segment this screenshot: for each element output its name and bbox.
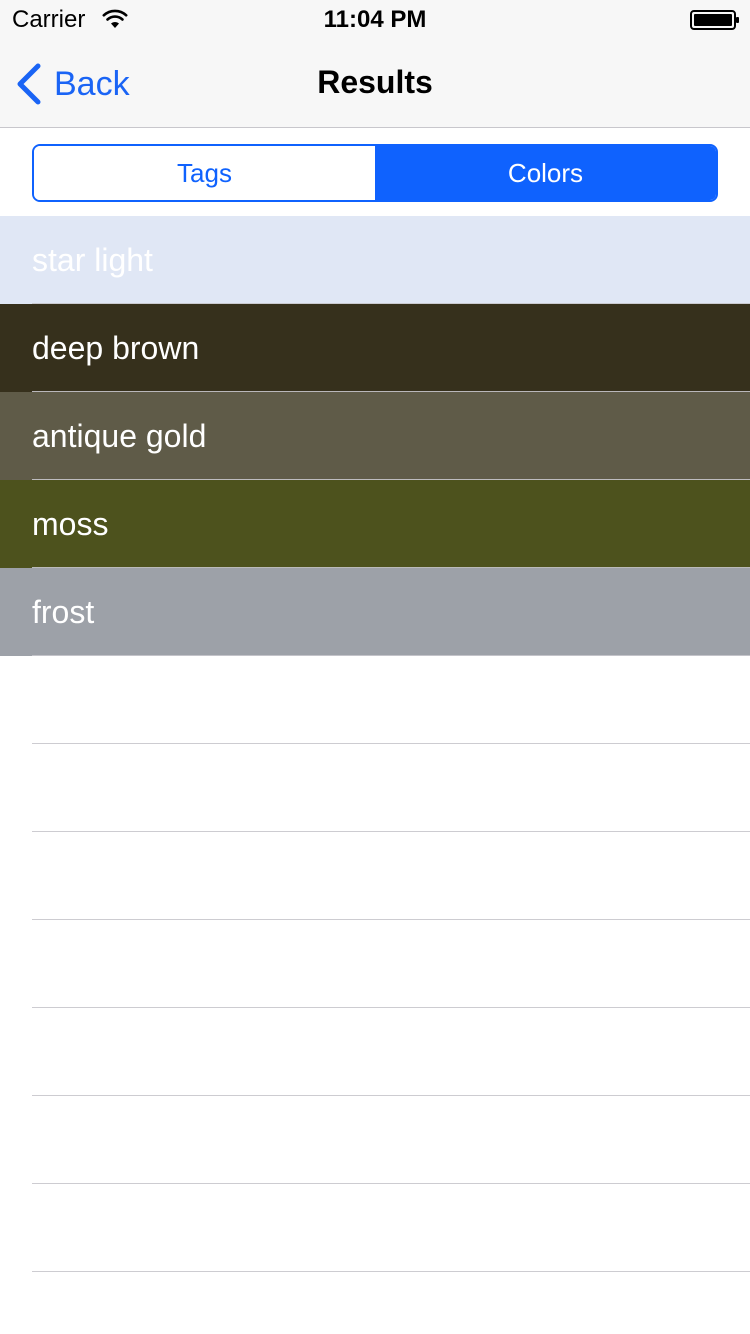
navigation-bar: Back Results bbox=[0, 40, 750, 128]
color-row-label: antique gold bbox=[32, 417, 207, 454]
color-row[interactable]: moss bbox=[0, 480, 750, 568]
empty-row bbox=[0, 1096, 750, 1184]
color-row-label: deep brown bbox=[32, 329, 200, 366]
empty-row bbox=[0, 1008, 750, 1096]
battery-icon bbox=[690, 10, 739, 30]
empty-row bbox=[0, 832, 750, 920]
color-row[interactable]: antique gold bbox=[0, 392, 750, 480]
segment-colors[interactable]: Colors bbox=[375, 146, 716, 200]
screen: Carrier 11:04 PM Back Results Tags Color… bbox=[0, 0, 750, 1334]
empty-row bbox=[0, 1184, 750, 1272]
empty-row bbox=[0, 1272, 750, 1334]
status-time: 11:04 PM bbox=[323, 6, 427, 33]
status-bar: Carrier 11:04 PM bbox=[0, 0, 750, 40]
color-row-label: frost bbox=[32, 593, 95, 630]
empty-row bbox=[0, 744, 750, 832]
color-row[interactable]: deep brown bbox=[0, 304, 750, 392]
empty-row bbox=[0, 656, 750, 744]
color-row-label: star light bbox=[32, 241, 153, 278]
segmented-control: Tags Colors bbox=[32, 144, 718, 202]
empty-row bbox=[0, 920, 750, 1008]
color-row[interactable]: star light bbox=[0, 216, 750, 304]
color-row-label: moss bbox=[32, 505, 109, 542]
color-row[interactable]: frost bbox=[0, 568, 750, 656]
page-title: Results bbox=[317, 64, 433, 100]
segment-area: Tags Colors bbox=[0, 129, 750, 216]
segment-tags[interactable]: Tags bbox=[34, 146, 375, 200]
color-list: star light deep brown antique gold moss fros… bbox=[0, 216, 750, 1334]
